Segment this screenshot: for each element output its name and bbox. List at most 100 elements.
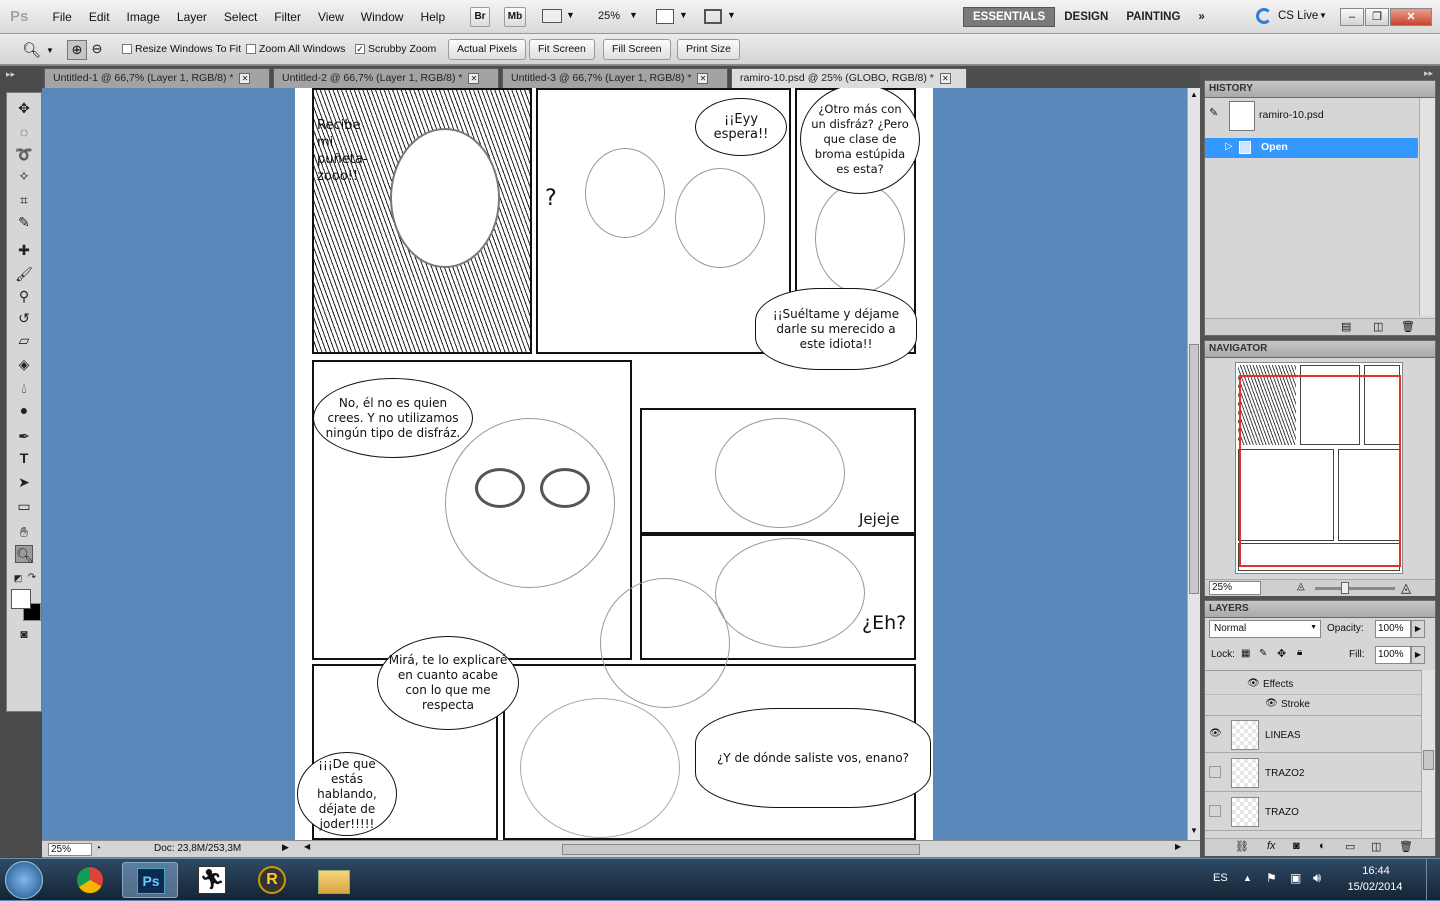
visibility-toggle[interactable] bbox=[1209, 766, 1221, 778]
language-indicator[interactable]: ES bbox=[1213, 872, 1228, 884]
navigator-zoom-field[interactable]: 25% bbox=[1209, 581, 1261, 595]
scrubby-zoom-checkbox[interactable]: ✓ Scrubby Zoom bbox=[355, 43, 436, 55]
adjustment-layer-icon[interactable]: ◐ bbox=[1319, 840, 1326, 852]
close-icon[interactable]: ✕ bbox=[939, 73, 951, 84]
workspace-design[interactable]: DESIGN bbox=[1055, 8, 1117, 26]
explorer-taskbar-button[interactable] bbox=[306, 862, 362, 898]
menu-filter[interactable]: Filter bbox=[266, 10, 310, 24]
navigator-panel-header[interactable]: NAVIGATOR bbox=[1204, 340, 1436, 358]
arrange-documents-icon[interactable] bbox=[656, 9, 674, 24]
pen-tool-icon[interactable]: ✒ bbox=[15, 427, 33, 445]
menu-layer[interactable]: Layer bbox=[168, 10, 215, 24]
navigator-view-box[interactable] bbox=[1239, 375, 1401, 567]
cs-live-menu[interactable]: CS Live bbox=[1278, 10, 1318, 22]
chevron-down-icon[interactable]: ▼ bbox=[46, 46, 54, 55]
horizontal-scroll-thumb[interactable] bbox=[562, 844, 920, 855]
start-button[interactable] bbox=[5, 861, 43, 899]
menu-view[interactable]: View bbox=[309, 10, 352, 24]
print-size-button[interactable]: Print Size bbox=[677, 39, 740, 60]
view-extras-icon[interactable] bbox=[542, 9, 562, 23]
blend-mode-select[interactable]: Normal ▼ bbox=[1209, 620, 1321, 638]
workspace-painting[interactable]: PAINTING bbox=[1117, 8, 1189, 26]
swap-colors-icon[interactable]: ↷ bbox=[23, 569, 41, 587]
zoom-out-icon[interactable]: ⊖ bbox=[88, 40, 106, 60]
history-brush-tool-icon[interactable]: ↺ bbox=[15, 309, 33, 327]
zoom-in-icon[interactable]: ⊕ bbox=[67, 40, 87, 60]
collapse-dock-icon[interactable]: ▸▸ bbox=[1424, 68, 1433, 79]
zoom-out-mountain-icon[interactable]: ◬ bbox=[1297, 581, 1305, 592]
navigator-thumbnail[interactable] bbox=[1235, 362, 1403, 574]
zoom-percent-field[interactable]: 25% bbox=[48, 843, 92, 856]
link-layers-icon[interactable]: ⛓︎ bbox=[1235, 840, 1249, 853]
layer-stroke-row[interactable]: 👁︎ Stroke bbox=[1205, 695, 1421, 715]
screen-mode-icon[interactable] bbox=[704, 9, 722, 24]
close-icon[interactable]: ✕ bbox=[468, 73, 480, 84]
chevron-down-icon[interactable]: ▼ bbox=[566, 10, 575, 20]
restore-button[interactable]: ❐ bbox=[1365, 8, 1389, 26]
menu-edit[interactable]: Edit bbox=[80, 10, 118, 24]
new-group-icon[interactable]: ▭ bbox=[1345, 840, 1355, 853]
brush-tool-icon[interactable]: 🖌︎ bbox=[15, 265, 33, 283]
document-canvas-area[interactable]: Recibe mi puñeta-zooo!! ? ¡¡Eyy espera!!… bbox=[42, 88, 1187, 840]
show-hidden-icons-icon[interactable]: ▲ bbox=[1243, 873, 1252, 883]
foreground-color-swatch[interactable] bbox=[11, 589, 31, 609]
lock-position-icon[interactable]: ✥ bbox=[1277, 647, 1286, 660]
speech-bubble-6[interactable]: Mirá, te lo explicaré en cuanto acabe co… bbox=[377, 636, 519, 730]
fill-arrow-icon[interactable]: ▶ bbox=[1411, 646, 1425, 664]
new-document-from-state-icon[interactable]: ▤ bbox=[1341, 320, 1351, 333]
history-panel-header[interactable]: HISTORY bbox=[1204, 80, 1436, 98]
chevron-down-icon[interactable]: ▼ bbox=[727, 10, 736, 20]
vertical-scrollbar[interactable]: ▲ ▼ bbox=[1187, 88, 1200, 840]
chevron-down-icon[interactable]: ▼ bbox=[1319, 11, 1327, 20]
snapshot-thumbnail[interactable] bbox=[1229, 101, 1255, 131]
dodge-tool-icon[interactable]: ● bbox=[15, 401, 33, 419]
scroll-right-icon[interactable]: ▶ bbox=[1175, 842, 1181, 851]
collapse-panel-icon[interactable]: ▸▸ bbox=[6, 69, 15, 80]
app-taskbar-button[interactable]: R bbox=[244, 862, 300, 898]
eye-icon[interactable]: 👁︎ bbox=[1247, 678, 1260, 689]
close-icon[interactable]: ✕ bbox=[697, 73, 709, 84]
workspace-essentials[interactable]: ESSENTIALS bbox=[963, 7, 1056, 27]
menu-select[interactable]: Select bbox=[215, 10, 265, 24]
tab-untitled-2[interactable]: Untitled-2 @ 66,7% (Layer 1, RGB/8) * ✕ bbox=[273, 68, 499, 88]
chevron-down-icon[interactable]: ▼ bbox=[679, 10, 688, 20]
actual-pixels-button[interactable]: Actual Pixels bbox=[448, 39, 527, 60]
mini-bridge-button[interactable]: Mb bbox=[504, 7, 526, 27]
lock-all-icon[interactable]: 🔒︎ bbox=[1297, 647, 1302, 658]
path-selection-tool-icon[interactable]: ➤ bbox=[15, 473, 33, 491]
quick-mask-icon[interactable]: ◙ bbox=[15, 625, 33, 643]
layers-panel-header[interactable]: LAYERS bbox=[1204, 600, 1436, 618]
minimize-button[interactable]: – bbox=[1340, 8, 1364, 26]
layer-row[interactable]: TRAZO bbox=[1205, 793, 1421, 831]
speech-bubble-8[interactable]: ¿Y de dónde saliste vos, enano? bbox=[695, 708, 931, 808]
tab-untitled-1[interactable]: Untitled-1 @ 66,7% (Layer 1, RGB/8) * ✕ bbox=[44, 68, 270, 88]
lock-transparency-icon[interactable]: ▦ bbox=[1241, 648, 1250, 659]
history-state-open[interactable]: ▷ Open bbox=[1205, 138, 1418, 158]
menu-file[interactable]: File bbox=[44, 10, 80, 24]
zoom-all-windows-checkbox[interactable]: Zoom All Windows bbox=[246, 43, 345, 55]
close-button[interactable]: ✕ bbox=[1390, 8, 1432, 26]
quick-selection-tool-icon[interactable]: ✧ bbox=[15, 167, 33, 185]
cs-live-icon[interactable] bbox=[1256, 8, 1272, 24]
menu-image[interactable]: Image bbox=[118, 10, 168, 24]
layer-mask-icon[interactable]: ◙ bbox=[1293, 840, 1300, 852]
layer-style-icon[interactable]: fx bbox=[1267, 840, 1276, 852]
clock-time[interactable]: 16:44 bbox=[1346, 865, 1406, 877]
chevron-down-icon[interactable]: ▼ bbox=[629, 10, 638, 20]
opacity-field[interactable]: 100% bbox=[1375, 620, 1411, 638]
layer-effects-row[interactable]: 👁︎ Effects bbox=[1205, 675, 1421, 695]
speech-bubble-5[interactable]: No, él no es quien crees. Y no utilizamo… bbox=[313, 378, 473, 458]
clone-stamp-tool-icon[interactable]: ⚲ bbox=[15, 287, 33, 305]
speech-bubble-3[interactable]: ¿Otro más con un disfráz? ¿Pero que clas… bbox=[800, 88, 920, 194]
flag-icon[interactable]: ⚑ bbox=[1266, 871, 1277, 885]
layers-scroll-thumb[interactable] bbox=[1423, 750, 1434, 770]
status-menu-arrow-icon[interactable]: ▶ bbox=[282, 842, 289, 853]
more-workspaces-icon[interactable]: » bbox=[1189, 8, 1213, 26]
clock-date[interactable]: 15/02/2014 bbox=[1340, 881, 1410, 893]
eraser-tool-icon[interactable]: ▱ bbox=[15, 331, 33, 349]
tab-untitled-3[interactable]: Untitled-3 @ 66,7% (Layer 1, RGB/8) * ✕ bbox=[502, 68, 728, 88]
menu-help[interactable]: Help bbox=[412, 10, 454, 24]
layers-scrollbar[interactable] bbox=[1421, 670, 1435, 838]
volume-icon[interactable]: 🔊︎ bbox=[1313, 870, 1321, 886]
close-icon[interactable]: ✕ bbox=[239, 73, 251, 84]
